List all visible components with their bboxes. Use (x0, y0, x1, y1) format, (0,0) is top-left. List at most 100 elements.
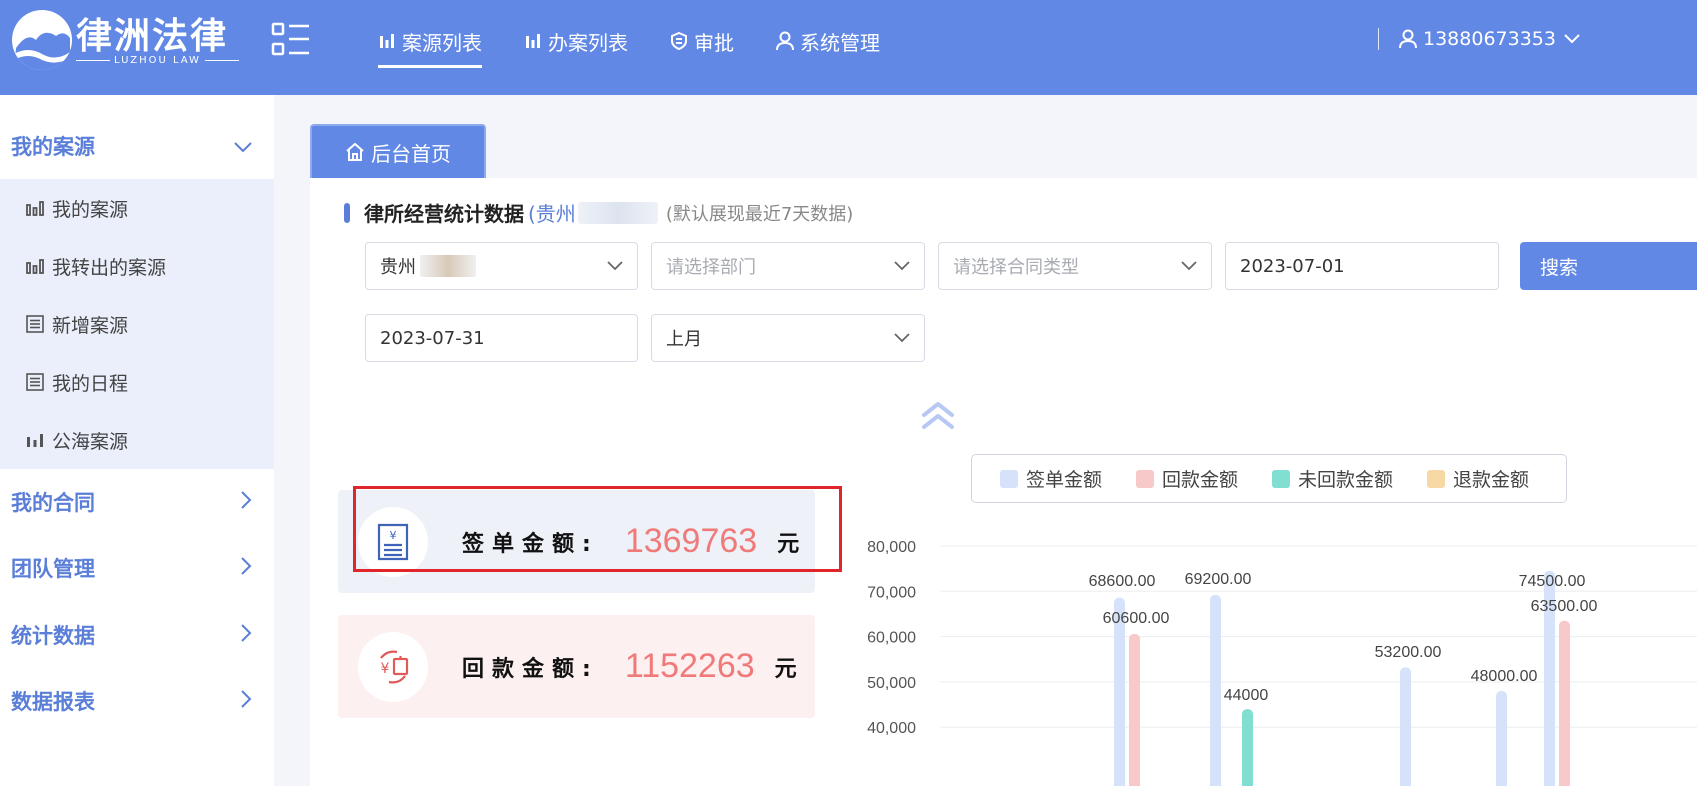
list-icon (26, 373, 44, 391)
sidebar-group-label: 我的合同 (11, 491, 95, 515)
main-nav: 案源列表 办案列表 审批 系统管理 (378, 24, 922, 68)
bar-签单金额 (1400, 667, 1411, 786)
legend-item-paid[interactable]: 回款金额 (1136, 465, 1238, 492)
nav-case-source-list[interactable]: 案源列表 (378, 24, 482, 68)
y-tick-label: 40,000 (867, 720, 916, 737)
bar-chart-icon (524, 32, 542, 50)
sidebar-group-label: 统计数据 (11, 624, 95, 648)
title-accent-bar (344, 202, 350, 223)
payment-amount-card: ¥ 回款金额: 1152263 元 (338, 615, 815, 718)
sidebar-group-statistics[interactable]: 统计数据 (0, 602, 274, 668)
signed-amount-label: 签单金额: (462, 531, 599, 557)
user-menu[interactable]: 13880673353 (1378, 28, 1580, 50)
bar-未回款金额 (1242, 709, 1253, 786)
divider (1378, 28, 1379, 50)
end-date-input[interactable]: 2023-07-31 (365, 314, 638, 362)
sidebar-group-label: 数据报表 (11, 690, 95, 714)
section-heading: 律所经营统计数据 (364, 202, 524, 226)
sidebar-item-my-schedule[interactable]: 我的日程 (0, 353, 274, 411)
chevron-right-icon (240, 623, 252, 647)
logo-emblem-icon (12, 10, 72, 70)
payment-amount-value: 1152263 (624, 647, 755, 685)
sidebar-group-my-contracts[interactable]: 我的合同 (0, 469, 274, 535)
chevron-down-icon (234, 134, 252, 158)
chevron-down-icon (1564, 34, 1580, 44)
logo[interactable]: 律洲法律 LUZHOU LAW (12, 10, 239, 70)
department-placeholder: 请选择部门 (666, 257, 756, 278)
signed-amount-unit: 元 (777, 531, 800, 557)
data-label: 74500.00 (1519, 573, 1586, 590)
start-date-value: 2023-07-01 (1240, 255, 1345, 277)
sidebar-item-my-cases[interactable]: 我的案源 (0, 179, 274, 237)
bar-chart: 80,000 70,000 60,000 50,000 40,000 68600.00 60… (867, 539, 1697, 786)
bar-chart-icon (26, 258, 44, 274)
refund-icon: ¥ (358, 631, 428, 702)
chevron-down-icon (894, 333, 910, 343)
nav-case-handling-list[interactable]: 办案列表 (524, 24, 628, 58)
bar-chart-icon (26, 432, 44, 448)
period-value: 上月 (666, 329, 702, 350)
legend-item-unpaid[interactable]: 未回款金额 (1272, 465, 1393, 492)
sidebar-group-team-management[interactable]: 团队管理 (0, 535, 274, 601)
sidebar-group-my-cases[interactable]: 我的案源 (0, 113, 274, 179)
nav-approval[interactable]: 审批 (670, 24, 734, 58)
region-select[interactable]: 贵州 (365, 242, 638, 290)
legend-item-refund[interactable]: 退款金额 (1427, 465, 1529, 492)
chart-legend: 签单金额 回款金额 未回款金额 退款金额 (971, 454, 1567, 503)
sidebar: 我的案源 我的案源 我转出的案源 新增案源 我的日程 公海案源 我的合同 团队管… (0, 95, 274, 786)
bar-签单金额 (1210, 594, 1221, 786)
sidebar-item-transferred-cases[interactable]: 我转出的案源 (0, 237, 274, 295)
sidebar-group-label: 团队管理 (11, 557, 95, 581)
section-note: (默认展现最近7天数据) (665, 203, 854, 225)
sidebar-group-data-reports[interactable]: 数据报表 (0, 668, 274, 734)
start-date-input[interactable]: 2023-07-01 (1225, 242, 1499, 290)
user-icon (1399, 29, 1417, 49)
sidebar-item-label: 我的日程 (52, 372, 129, 395)
search-button[interactable]: 搜索 (1520, 242, 1697, 290)
data-label: 48000.00 (1471, 668, 1538, 685)
legend-label: 未回款金额 (1298, 469, 1394, 491)
collapse-filters-icon[interactable] (918, 398, 958, 436)
region-value: 贵州 (380, 257, 416, 278)
nav-label: 案源列表 (402, 30, 482, 55)
section-title: 律所经营统计数据 (贵州 (默认展现最近7天数据) (344, 198, 853, 227)
signed-amount-value: 1369763 (624, 522, 758, 560)
legend-label: 签单金额 (1026, 469, 1103, 491)
bar-回款金额 (1559, 620, 1570, 786)
tab-label: 后台首页 (371, 141, 451, 166)
legend-swatch (1136, 469, 1155, 488)
menu-toggle-icon[interactable] (271, 22, 311, 58)
receipt-icon: ¥ (358, 506, 428, 577)
legend-label: 退款金额 (1453, 469, 1530, 491)
svg-text:¥: ¥ (390, 529, 397, 542)
legend-item-signed[interactable]: 签单金额 (1000, 465, 1102, 492)
bar-回款金额 (1129, 633, 1140, 786)
redacted-region (420, 255, 476, 277)
top-header: 律洲法律 LUZHOU LAW 案源列表 办案列表 审批 系统管理 138806… (0, 0, 1697, 95)
nav-label: 审批 (694, 30, 734, 55)
chevron-down-icon (1181, 261, 1197, 271)
list-icon (26, 315, 44, 333)
y-tick-label: 50,000 (867, 675, 916, 692)
sidebar-item-public-cases[interactable]: 公海案源 (0, 411, 274, 469)
chevron-right-icon (240, 490, 252, 514)
user-icon (776, 31, 794, 51)
department-select[interactable]: 请选择部门 (651, 242, 925, 290)
sidebar-item-label: 新增案源 (52, 314, 129, 337)
sidebar-item-new-case[interactable]: 新增案源 (0, 295, 274, 353)
chevron-right-icon (240, 689, 252, 713)
contract-type-placeholder: 请选择合同类型 (953, 257, 1079, 278)
y-tick-label: 70,000 (867, 584, 916, 601)
legend-swatch (1427, 469, 1446, 488)
end-date-value: 2023-07-31 (380, 327, 485, 349)
svg-text:¥: ¥ (381, 661, 390, 677)
contract-type-select[interactable]: 请选择合同类型 (938, 242, 1212, 290)
home-icon (345, 142, 365, 162)
nav-system-management[interactable]: 系统管理 (776, 24, 880, 58)
y-tick-label: 60,000 (867, 630, 916, 647)
data-label: 53200.00 (1375, 644, 1442, 661)
section-org: (贵州 (528, 202, 576, 226)
data-label: 63500.00 (1531, 598, 1598, 615)
tab-dashboard-home[interactable]: 后台首页 (310, 124, 486, 178)
period-select[interactable]: 上月 (651, 314, 925, 362)
